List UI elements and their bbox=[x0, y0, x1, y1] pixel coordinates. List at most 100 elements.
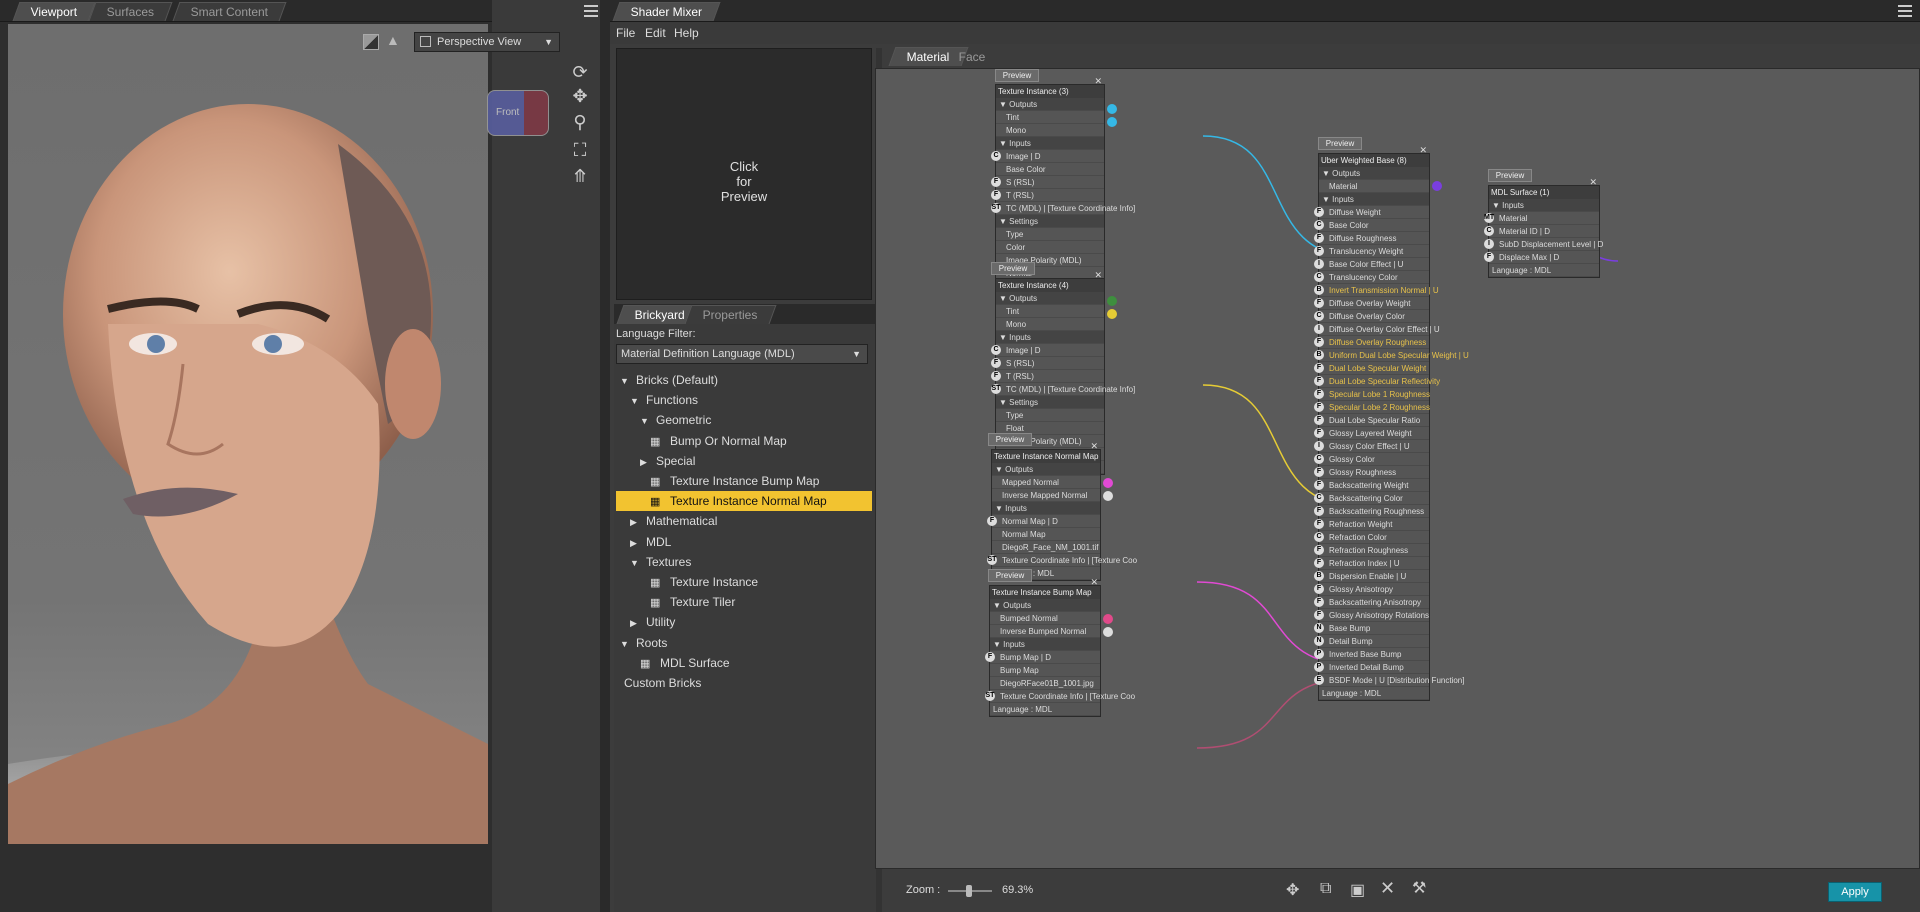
render-icon[interactable] bbox=[363, 34, 379, 50]
input-port[interactable]: I bbox=[1314, 441, 1324, 451]
input-port[interactable]: C bbox=[991, 345, 1001, 355]
navigation-cube[interactable]: Front bbox=[487, 90, 549, 136]
tree-item[interactable]: Custom Bricks bbox=[616, 673, 872, 693]
menu-edit[interactable]: Edit bbox=[645, 22, 666, 44]
output-port[interactable] bbox=[1103, 478, 1113, 488]
tree-item[interactable]: ▼ Textures bbox=[616, 552, 872, 572]
close-icon[interactable]: ✕ bbox=[1094, 76, 1102, 87]
input-port[interactable]: F bbox=[1314, 519, 1324, 529]
pan-icon[interactable]: ✥ bbox=[568, 86, 592, 107]
output-port[interactable] bbox=[1107, 296, 1117, 306]
copy-icon[interactable]: ⧉ bbox=[1320, 880, 1331, 898]
input-port[interactable]: F bbox=[1314, 415, 1324, 425]
input-port[interactable]: C bbox=[1314, 454, 1324, 464]
input-port[interactable]: C bbox=[1314, 220, 1324, 230]
input-port[interactable]: F bbox=[1314, 207, 1324, 217]
input-port[interactable]: F bbox=[1314, 246, 1324, 256]
output-port[interactable] bbox=[1107, 104, 1117, 114]
input-port[interactable]: F bbox=[1314, 363, 1324, 373]
input-port[interactable]: F bbox=[1314, 376, 1324, 386]
tab-surfaces[interactable]: Surfaces bbox=[88, 2, 173, 21]
frame-icon[interactable]: ⛶ bbox=[568, 140, 592, 161]
input-port[interactable]: B bbox=[1314, 285, 1324, 295]
input-port[interactable]: F bbox=[1314, 428, 1324, 438]
node-tinm[interactable]: ✕Texture Instance Normal Map (6)▼ Output… bbox=[987, 441, 1137, 581]
input-port[interactable]: C bbox=[1314, 532, 1324, 542]
input-port[interactable]: F bbox=[1484, 252, 1494, 262]
panel-splitter[interactable] bbox=[600, 0, 610, 912]
zoom-slider[interactable] bbox=[948, 885, 992, 897]
node-add-icon[interactable]: ✥ bbox=[1286, 880, 1299, 900]
preview-button[interactable]: Preview bbox=[1318, 137, 1362, 150]
tree-item[interactable]: ▦ MDL Surface bbox=[616, 653, 872, 673]
input-port[interactable]: F bbox=[1314, 402, 1324, 412]
tree-item[interactable]: ▦ Bump Or Normal Map bbox=[616, 431, 872, 451]
input-port[interactable]: F bbox=[1314, 597, 1324, 607]
input-port[interactable]: F bbox=[1314, 389, 1324, 399]
zoom-slider-handle[interactable] bbox=[966, 885, 972, 897]
input-port[interactable]: F bbox=[991, 371, 1001, 381]
output-port[interactable] bbox=[1103, 627, 1113, 637]
input-port[interactable]: ST bbox=[985, 691, 995, 701]
node-mdl[interactable]: ✕ MDL Surface (1) ▼ Inputs Material MT Materi… bbox=[1484, 177, 1603, 278]
input-port[interactable]: F bbox=[1314, 610, 1324, 620]
tools-icon[interactable]: ⚒ bbox=[1412, 878, 1426, 898]
input-port[interactable]: E bbox=[1314, 675, 1324, 685]
input-port[interactable]: B bbox=[1314, 571, 1324, 581]
preview-button[interactable]: Preview bbox=[988, 433, 1032, 446]
input-port[interactable]: F bbox=[1314, 545, 1324, 555]
tree-item[interactable]: ▦ Texture Instance Bump Map bbox=[616, 471, 872, 491]
tree-item[interactable]: ▼ Bricks (Default) bbox=[616, 370, 872, 390]
delete-icon[interactable]: ✕ bbox=[1380, 878, 1395, 899]
menu-help[interactable]: Help bbox=[674, 22, 699, 44]
output-port[interactable] bbox=[1103, 491, 1113, 501]
close-icon[interactable]: ✕ bbox=[1094, 270, 1102, 281]
input-port[interactable]: F bbox=[1314, 506, 1324, 516]
close-icon[interactable]: ✕ bbox=[1589, 177, 1597, 188]
input-port[interactable]: I bbox=[1314, 259, 1324, 269]
input-port[interactable]: C bbox=[1314, 311, 1324, 321]
tab-properties[interactable]: Properties bbox=[684, 305, 777, 324]
output-port[interactable] bbox=[1103, 614, 1113, 624]
home-icon[interactable]: ⤊ bbox=[568, 166, 592, 187]
apply-button[interactable]: Apply bbox=[1828, 882, 1882, 902]
input-port[interactable]: ST bbox=[991, 203, 1001, 213]
tree-item[interactable]: ▶ Utility bbox=[616, 612, 872, 632]
language-filter-select[interactable]: Material Definition Language (MDL) ▼ bbox=[616, 344, 868, 364]
input-port[interactable]: F bbox=[1314, 233, 1324, 243]
preview-area[interactable]: Click for Preview bbox=[616, 48, 872, 300]
viewport-canvas[interactable] bbox=[8, 24, 488, 844]
draw-style-icon[interactable]: ▲ bbox=[386, 32, 404, 50]
preview-button[interactable]: Preview bbox=[995, 69, 1039, 82]
input-port[interactable]: P bbox=[1314, 662, 1324, 672]
tree-item[interactable]: ▼ Geometric bbox=[616, 410, 872, 430]
input-port[interactable]: F bbox=[991, 177, 1001, 187]
tab-viewport[interactable]: Viewport bbox=[12, 2, 96, 21]
input-port[interactable]: I bbox=[1314, 324, 1324, 334]
node-uber[interactable]: ✕ Uber Weighted Base (8) ▼ Outputs Material… bbox=[1314, 145, 1469, 701]
tree-item[interactable]: ▶ MDL bbox=[616, 532, 872, 552]
input-port[interactable]: P bbox=[1314, 649, 1324, 659]
input-port[interactable]: N bbox=[1314, 636, 1324, 646]
preview-button[interactable]: Preview bbox=[991, 262, 1035, 275]
tab-face[interactable]: Face bbox=[941, 47, 1005, 66]
input-port[interactable]: C bbox=[991, 151, 1001, 161]
input-port[interactable]: F bbox=[1314, 467, 1324, 477]
close-icon[interactable]: ✕ bbox=[1419, 145, 1427, 156]
input-port[interactable]: ST bbox=[991, 384, 1001, 394]
input-port[interactable]: B bbox=[1314, 350, 1324, 360]
tree-item[interactable]: ▼ Roots bbox=[616, 633, 872, 653]
tree-item[interactable]: ▦ Texture Instance bbox=[616, 572, 872, 592]
input-port[interactable]: F bbox=[1314, 584, 1324, 594]
input-port[interactable]: F bbox=[991, 190, 1001, 200]
graph-canvas[interactable]: Preview ✕ Texture Instance (3) ▼ Outputs Tin… bbox=[875, 68, 1920, 869]
tree-item[interactable]: ▦ Texture Tiler bbox=[616, 592, 872, 612]
menu-file[interactable]: File bbox=[616, 22, 635, 44]
preview-button[interactable]: Preview bbox=[1488, 169, 1532, 182]
shader-mixer-menu-icon[interactable] bbox=[1898, 5, 1912, 17]
paste-icon[interactable]: ▣ bbox=[1350, 880, 1365, 900]
input-port[interactable]: F bbox=[1314, 480, 1324, 490]
input-port[interactable]: F bbox=[987, 516, 997, 526]
input-port[interactable]: N bbox=[1314, 623, 1324, 633]
output-port[interactable] bbox=[1107, 117, 1117, 127]
